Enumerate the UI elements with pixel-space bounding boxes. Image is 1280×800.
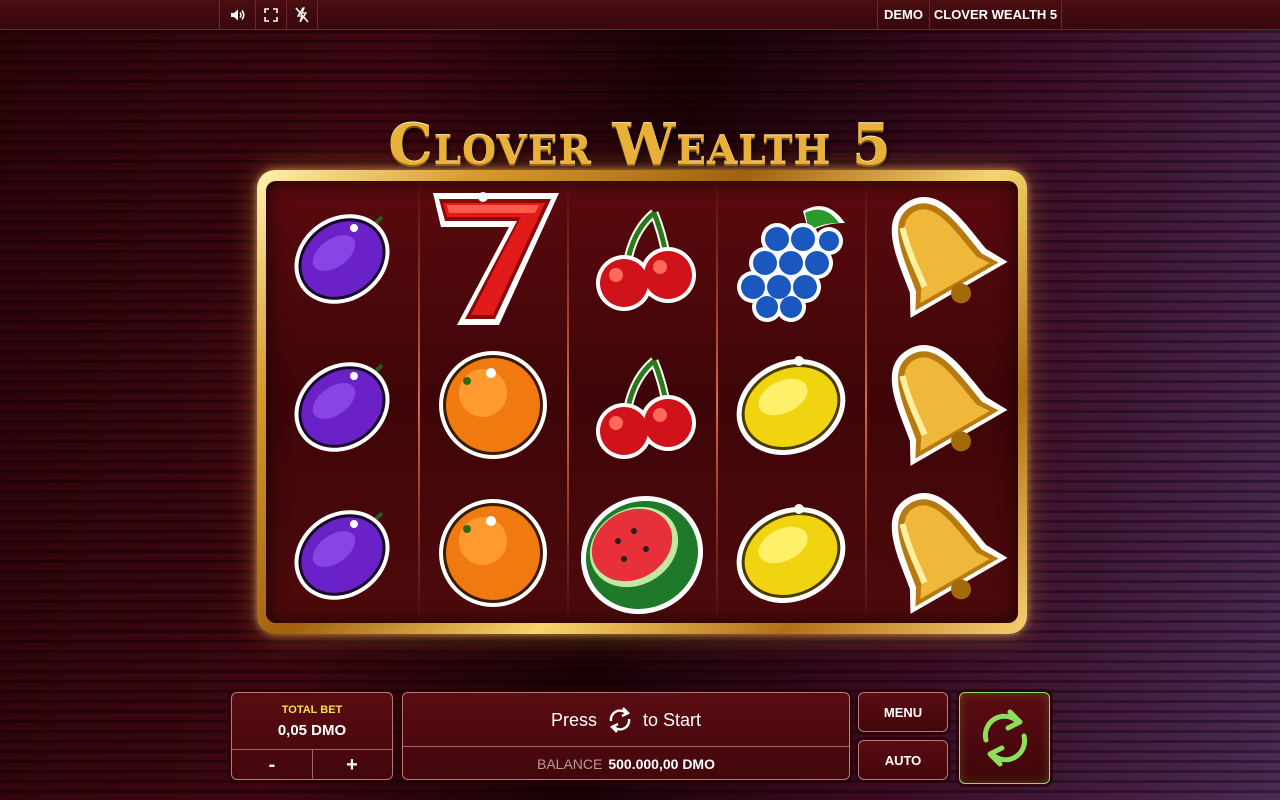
top-bar: DEMO CLOVER WEALTH 5 (0, 0, 1280, 30)
balance-label: BALANCE (537, 755, 603, 772)
symbol-orange (419, 479, 567, 623)
symbol-lemon (717, 331, 865, 479)
mode-label: DEMO (877, 0, 929, 29)
symbol-bell (866, 479, 1014, 623)
fullscreen-icon (263, 7, 278, 22)
symbol-grapes (717, 183, 865, 331)
symbol-seven (419, 183, 567, 331)
total-bet-panel: TOTAL BET 0,05 DMO - + (231, 692, 393, 780)
message-prefix: Press (550, 709, 597, 730)
game-logo: Clover Wealth 5 (388, 112, 892, 178)
sound-button[interactable] (219, 0, 256, 29)
bet-increase-button[interactable]: + (312, 749, 392, 780)
symbol-bell (866, 183, 1014, 331)
spin-button[interactable] (959, 692, 1050, 784)
start-message: Press to Start (403, 707, 849, 733)
symbol-lemon (717, 479, 865, 623)
message-suffix: to Start (642, 709, 702, 730)
turbo-button[interactable] (287, 0, 318, 29)
symbol-plum (268, 183, 416, 331)
speaker-icon (230, 9, 244, 20)
bet-decrease-button[interactable]: - (232, 749, 313, 780)
fullscreen-button[interactable] (255, 0, 287, 29)
total-bet-value: 0,05 DMO (277, 722, 347, 739)
spin-arrows-icon (982, 709, 1027, 767)
game-title: CLOVER WEALTH 5 (929, 0, 1062, 29)
symbol-plum (268, 331, 416, 479)
balance-row: BALANCE 500.000,00 DMO (403, 746, 849, 780)
total-bet-title: TOTAL BET (281, 704, 343, 716)
symbol-cherry (568, 331, 716, 479)
symbol-watermelon (568, 479, 716, 623)
spin-arrows-icon (609, 707, 631, 733)
symbol-orange (419, 331, 567, 479)
reel-area (266, 181, 1018, 623)
symbol-plum (268, 479, 416, 623)
menu-button[interactable]: MENU (858, 692, 948, 732)
message-panel: Press to Start BALANCE 500.000,00 DMO (402, 692, 850, 780)
turbo-off-icon (295, 6, 309, 22)
auto-button[interactable]: AUTO (858, 740, 948, 780)
balance-value: 500.000,00 DMO (608, 755, 715, 772)
symbol-bell (866, 331, 1014, 479)
symbol-cherry (568, 183, 716, 331)
